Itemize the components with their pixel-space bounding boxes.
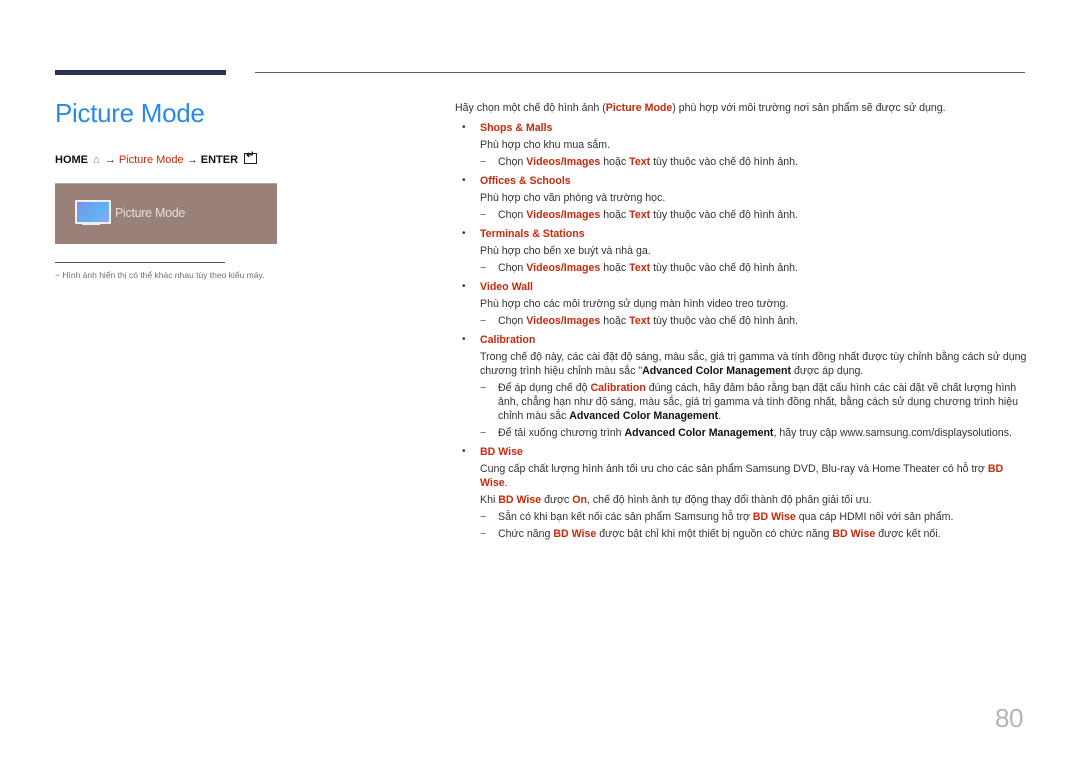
item-description: Cung cấp chất lượng hình ảnh tối ưu cho … [480,463,1004,489]
home-icon: ⌂ [93,154,100,166]
arrow: → [186,154,198,166]
list-item-bd-wise: • BD Wise Cung cấp chất lượng hình ảnh t… [455,445,1030,541]
item-description: Khi BD Wise được On, chế độ hình ảnh tự … [480,494,872,506]
sub-note: − Chọn Videos/Images hoặc Text tùy thuộc … [480,156,798,168]
page-title: Picture Mode [55,98,205,128]
item-title: Video Wall [480,281,533,293]
picture-mode-label: Picture Mode [118,154,184,166]
item-title: BD Wise [480,446,523,458]
list-item: • Shops & Malls Phù hợp cho khu mua sắm. − C… [455,121,1030,169]
main-content: Hãy chọn một chế độ hình ảnh (Picture Mo… [455,101,1030,546]
sub-note: − Chọn Videos/Images hoặc Text tùy thuộc … [480,262,798,274]
sub-note: − Chọn Videos/Images hoặc Text tùy thuộc … [480,315,798,327]
home-label: HOME [55,154,88,166]
intro-text: Hãy chọn một chế độ hình ảnh (Picture Mo… [455,102,946,114]
image-note: − Hình ảnh hiển thị có thể khác nhau tùy… [55,270,265,280]
tv-monitor-icon [75,200,111,224]
arrow: → [104,154,116,166]
item-title: Offices & Schools [480,175,571,187]
item-description: Phù hợp cho bến xe buýt và nhà ga. [480,245,651,257]
sub-note: − Chức năng BD Wise được bật chỉ khi một … [480,528,941,540]
image-note-text: Hình ảnh hiển thị có thể khác nhau tùy t… [62,270,265,280]
item-description: Phù hợp cho văn phòng và trường học. [480,192,666,204]
sub-note: − Chọn Videos/Images hoặc Text tùy thuộc … [480,209,798,221]
menu-item-label: Picture Mode [115,206,186,220]
item-title: Terminals & Stations [480,228,585,240]
bullet: • [462,334,466,345]
sub-note: − Để tải xuống chương trình Advanced Colo… [480,427,1012,439]
item-title: Shops & Malls [480,122,553,134]
list-item-calibration: • Calibration Trong chế độ này, các cài … [455,333,1030,440]
enter-label: ENTER [200,154,239,166]
sub-note: − Sẵn có khi bạn kết nối các sản phẩm Sam… [480,511,954,523]
header-bar-thick [55,70,226,75]
list-item: • Offices & Schools Phù hợp cho văn phòng … [455,174,1030,222]
picture-mode-menu-screenshot: Picture Mode [55,183,277,244]
item-description: Phù hợp cho các môi trường sử dụng màn h… [480,298,789,310]
sub-note: − Để áp dụng chế độ Calibration đúng cách… [480,382,1018,422]
bullet: • [462,228,466,239]
item-title: Calibration [480,334,536,346]
bullet: • [462,122,466,133]
bullet: • [462,281,466,292]
list-item: • Video Wall Phù hợp cho các môi trường sử… [455,280,1030,328]
list-item: • Terminals & Stations Phù hợp cho bến xe … [455,227,1030,275]
tv-stand [82,223,100,225]
enter-icon [244,150,258,164]
item-description: Phù hợp cho khu mua sắm. [480,139,611,151]
note-divider [55,262,225,263]
bullet: • [462,175,466,186]
page-number: 80 [995,703,1023,733]
item-description: Trong chế độ này, các cài đặt độ sáng, m… [480,351,1027,377]
bullet: • [462,446,466,457]
menu-path: HOME ⌂ → Picture Mode → ENTER [55,150,258,166]
header-rule [255,72,1025,73]
